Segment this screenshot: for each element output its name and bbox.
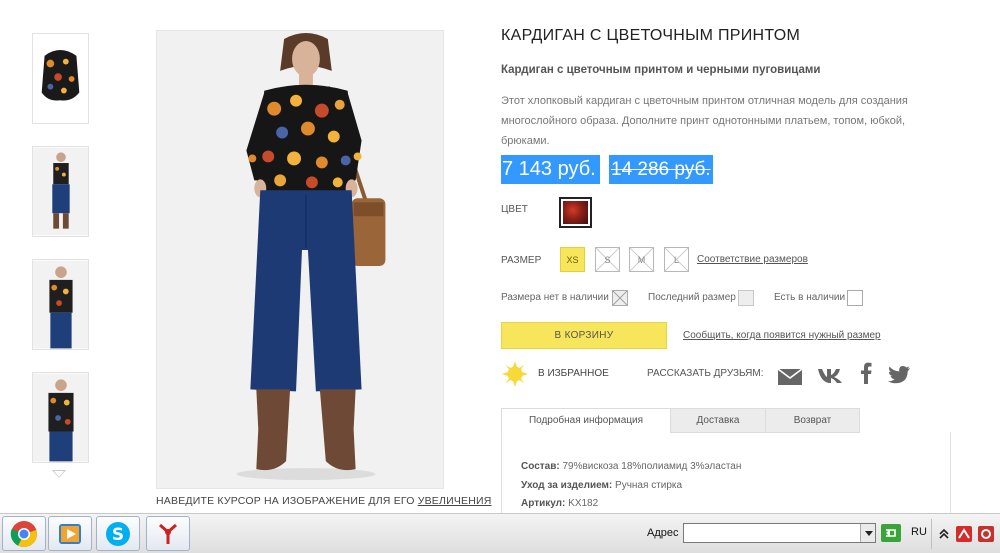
legend-not-available-box [612,290,628,306]
notify-size-link[interactable]: Сообщить, когда появится нужный размер [683,330,881,341]
legend-in-stock-text: Есть в наличии [774,292,846,303]
spec-label: Уход за изделием: [521,480,613,491]
product-title: КАРДИГАН С ЦВЕТОЧНЫМ ПРИНТОМ [501,27,801,44]
thumbnail-4[interactable] [32,372,89,463]
product-description: Этот хлопковый кардиган с цветочным прин… [501,95,908,147]
tab-delivery[interactable]: Доставка [670,408,766,433]
thumbnail-2[interactable] [32,146,89,237]
color-label: ЦВЕТ [501,204,528,215]
spec-label: Состав: [521,461,560,472]
size-chart-link[interactable]: Соответствие размеров [697,254,808,265]
taskbar-skype-button[interactable]: S [96,516,140,551]
media-player-icon [59,523,81,544]
add-to-cart-button[interactable]: В КОРЗИНУ [501,322,667,349]
svg-text:S: S [112,525,124,545]
tab-details[interactable]: Подробная информация [501,408,671,433]
tab-returns[interactable]: Возврат [765,408,860,433]
legend-in-stock-box [847,290,863,306]
app-icon [159,523,177,544]
product-subtitle: Кардиган с цветочным принтом и черными п… [501,64,821,76]
go-arrow-icon[interactable] [881,524,901,542]
language-indicator[interactable]: RU [911,526,927,538]
spec-value: 79%вискоза 18%полиамид 3%эластан [562,461,742,472]
size-option-xs[interactable]: XS [560,247,585,272]
legend-last-size-box [738,290,754,306]
tray-expand-icon[interactable] [936,526,952,542]
tray-network-icon[interactable] [978,526,994,542]
size-option-label: M [637,255,646,265]
mail-icon[interactable] [778,366,802,388]
spec-label: Артикул: [521,498,566,509]
main-product-image[interactable] [156,30,444,489]
taskbar-media-button[interactable] [48,516,92,551]
size-option-m[interactable]: M [629,247,654,272]
size-option-s[interactable]: S [595,247,620,272]
thumbnail-1[interactable] [32,33,89,124]
address-label: Адрес [647,527,679,539]
price-current: 7 143 руб. [501,155,600,184]
facebook-icon[interactable] [860,362,872,384]
chrome-icon [10,520,37,547]
size-option-label: XS [566,255,579,265]
price-old: 14 286 руб. [609,155,713,184]
spec-value: Ручная стирка [615,480,683,491]
size-option-label: S [604,255,611,265]
color-swatch[interactable] [559,197,592,228]
legend-not-available-text: Размера нет в наличии [501,292,609,303]
tray-antivirus-icon[interactable] [956,526,972,542]
favorite-label[interactable]: В ИЗБРАННОЕ [538,368,609,379]
taskbar: S Адрес RU [0,513,1000,553]
spec-article: Артикул: KX182 [521,498,598,509]
share-label: РАССКАЗАТЬ ДРУЗЬЯМ: [647,368,764,379]
taskbar-chrome-button[interactable] [2,516,46,551]
thumbnail-3[interactable] [32,259,89,350]
legend-last-size-text: Последний размер [648,292,736,303]
twitter-icon[interactable] [888,364,910,386]
taskbar-app-button[interactable] [146,516,190,551]
zoom-hint-text: НАВЕДИТЕ КУРСОР НА ИЗОБРАЖЕНИЕ ДЛЯ ЕГО [156,495,415,507]
zoom-hint: НАВЕДИТЕ КУРСОР НА ИЗОБРАЖЕНИЕ ДЛЯ ЕГО У… [156,495,492,507]
spec-composition: Состав: 79%вискоза 18%полиамид 3%эластан [521,461,741,472]
size-option-l[interactable]: L [664,247,689,272]
skype-icon: S [106,521,130,546]
thumbnails-scroll-down-icon[interactable] [52,470,66,478]
size-option-label: L [673,255,679,265]
zoom-hint-link[interactable]: УВЕЛИЧЕНИЯ [418,495,492,507]
vk-icon[interactable] [817,364,843,386]
favorite-sun-icon[interactable] [502,361,528,387]
spec-value: KX182 [568,498,599,509]
size-label: РАЗМЕР [501,255,542,266]
spec-care: Уход за изделием: Ручная стирка [521,480,682,491]
address-dropdown-icon[interactable] [860,524,875,542]
address-input[interactable] [683,523,876,543]
